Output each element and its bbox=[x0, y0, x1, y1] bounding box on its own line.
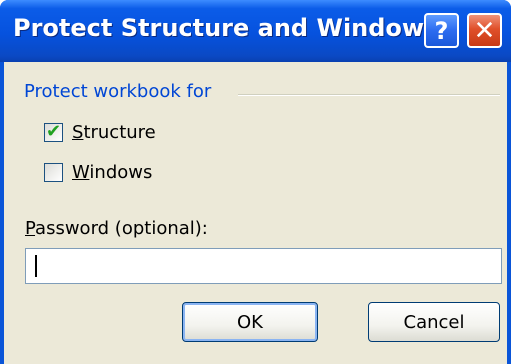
checkmark-icon: ✔ bbox=[46, 120, 62, 142]
windows-checkbox[interactable] bbox=[44, 162, 63, 182]
close-icon: ✕ bbox=[473, 15, 496, 46]
windows-label[interactable]: Windows bbox=[72, 162, 152, 183]
text-caret bbox=[35, 255, 37, 277]
title-bar[interactable]: Protect Structure and Windows ? ✕ bbox=[0, 0, 511, 62]
structure-label[interactable]: Structure bbox=[72, 122, 156, 143]
structure-option[interactable]: ✔ Structure bbox=[44, 119, 156, 145]
protect-structure-dialog: Protect Structure and Windows ? ✕ Protec… bbox=[0, 0, 511, 364]
password-label: Password (optional): bbox=[25, 218, 208, 239]
windows-option[interactable]: Windows bbox=[44, 159, 152, 185]
structure-checkbox[interactable]: ✔ bbox=[44, 121, 63, 142]
ok-button[interactable]: OK bbox=[182, 302, 318, 342]
password-input[interactable] bbox=[25, 248, 502, 284]
dialog-body: Protect workbook for ✔ Structure Windows… bbox=[4, 62, 507, 364]
dialog-title: Protect Structure and Windows bbox=[13, 14, 439, 42]
close-button[interactable]: ✕ bbox=[467, 13, 502, 48]
cancel-button[interactable]: Cancel bbox=[368, 302, 500, 342]
protect-group-header: Protect workbook for bbox=[24, 81, 502, 105]
help-button[interactable]: ? bbox=[424, 13, 459, 48]
group-label: Protect workbook for bbox=[24, 81, 212, 102]
group-divider bbox=[238, 94, 500, 96]
help-icon: ? bbox=[434, 16, 449, 45]
